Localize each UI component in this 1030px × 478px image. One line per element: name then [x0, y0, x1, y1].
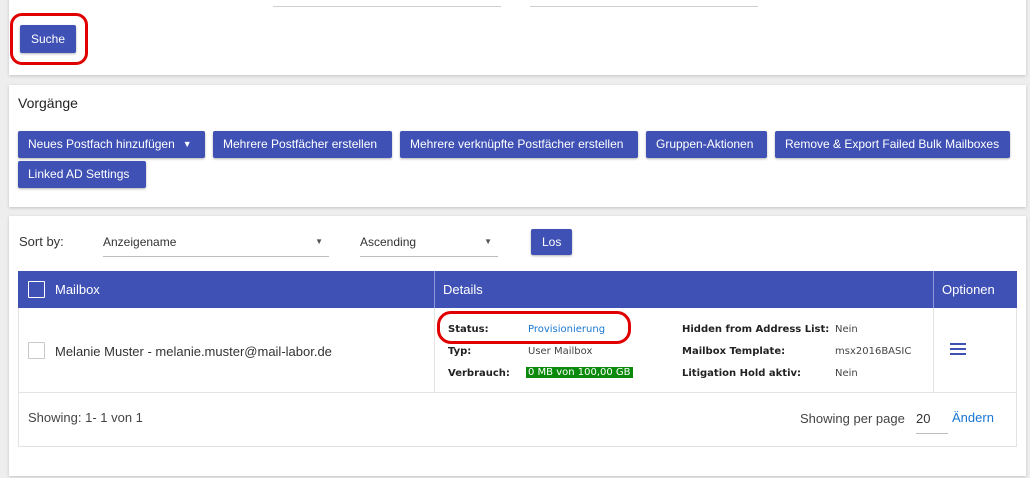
status-key: Status:: [448, 324, 489, 335]
row-checkbox[interactable]: [28, 342, 45, 359]
sort-order-select[interactable]: Ascending ▼: [360, 232, 498, 257]
group-actions-button[interactable]: Gruppen-Aktionen: [646, 131, 767, 158]
template-value: msx2016BASIC: [835, 346, 912, 357]
usage-value: 0 MB von 100,00 GB: [526, 367, 633, 378]
sort-field-select[interactable]: Anzeigename ▼: [103, 232, 329, 257]
hidden-value: Nein: [835, 324, 858, 335]
template-key: Mailbox Template:: [682, 346, 786, 357]
sort-by-label: Sort by:: [19, 234, 64, 249]
change-per-page-link[interactable]: Ändern: [952, 410, 994, 425]
remove-export-failed-button[interactable]: Remove & Export Failed Bulk Mailboxes: [775, 131, 1010, 158]
type-value: User Mailbox: [528, 346, 593, 357]
linked-ad-settings-button[interactable]: Linked AD Settings: [18, 161, 146, 188]
header-divider: [933, 271, 934, 308]
per-page-input[interactable]: 20: [916, 411, 948, 434]
usage-key: Verbrauch:: [448, 368, 510, 379]
search-field-2-underline[interactable]: [530, 6, 758, 7]
header-mailbox[interactable]: Mailbox: [55, 271, 100, 308]
caret-down-icon: ▼: [315, 237, 323, 246]
mailbox-name[interactable]: Melanie Muster - melanie.muster@mail-lab…: [55, 344, 332, 359]
hold-key: Litigation Hold aktiv:: [682, 368, 802, 379]
table-body: [18, 308, 1017, 447]
actions-title: Vorgänge: [18, 95, 78, 111]
sort-field-value: Anzeigename: [103, 235, 177, 249]
add-mailbox-label: Neues Postfach hinzufügen: [28, 137, 175, 151]
sort-go-button[interactable]: Los: [531, 229, 573, 255]
per-page-label: Showing per page: [800, 411, 905, 426]
select-all-checkbox[interactable]: [28, 281, 45, 298]
caret-down-icon: ▼: [182, 139, 192, 150]
search-button[interactable]: Suche: [20, 25, 77, 53]
create-multiple-mailboxes-button[interactable]: Mehrere Postfächer erstellen: [213, 131, 392, 158]
type-key: Typ:: [448, 346, 472, 357]
search-panel: [9, 0, 1026, 75]
header-details: Details: [443, 282, 483, 297]
hamburger-menu-icon[interactable]: [950, 343, 966, 355]
header-options: Optionen: [942, 282, 995, 297]
showing-count: Showing: 1- 1 von 1: [28, 410, 143, 425]
hold-value: Nein: [835, 368, 858, 379]
header-divider: [434, 271, 435, 308]
column-divider: [434, 308, 435, 392]
caret-down-icon: ▼: [484, 237, 492, 246]
column-divider: [933, 308, 934, 392]
status-value[interactable]: Provisionierung: [528, 324, 605, 335]
search-field-1-underline[interactable]: [273, 6, 501, 7]
create-multiple-linked-mailboxes-button[interactable]: Mehrere verknüpfte Postfächer erstellen: [400, 131, 638, 158]
row-divider: [18, 392, 1017, 393]
sort-order-value: Ascending: [360, 235, 417, 249]
hidden-key: Hidden from Address List:: [682, 324, 830, 335]
add-mailbox-button[interactable]: Neues Postfach hinzufügen ▼: [18, 131, 205, 158]
table-header: Mailbox Details Optionen: [18, 271, 1017, 308]
